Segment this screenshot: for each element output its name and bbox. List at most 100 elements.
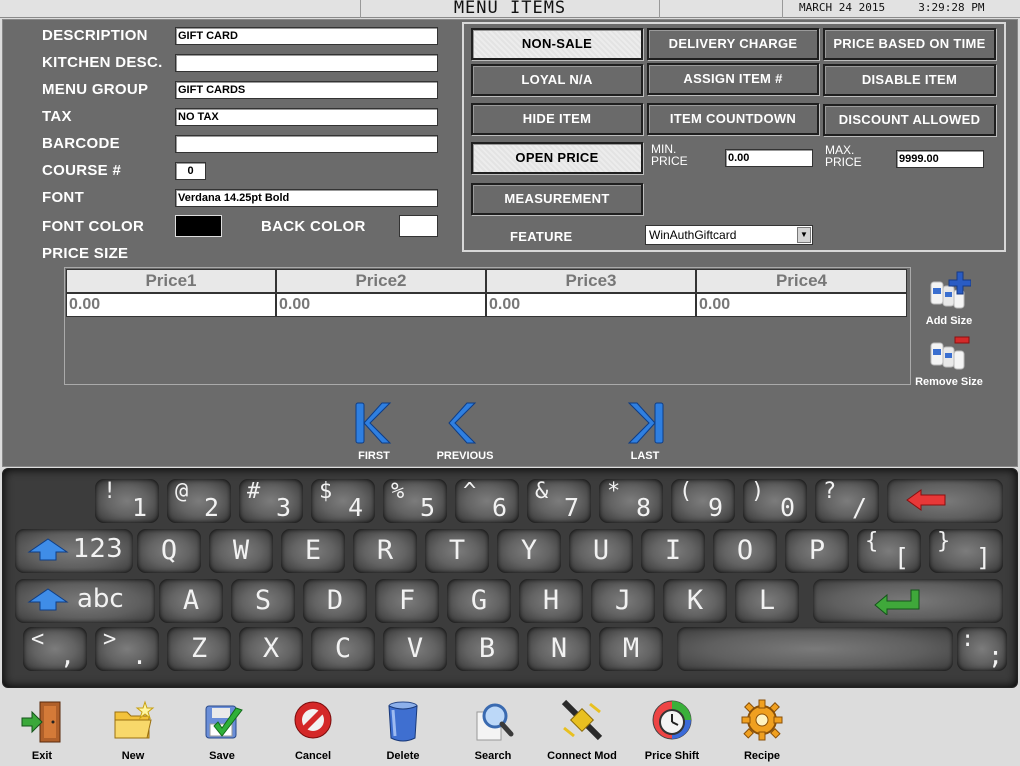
price4-cell[interactable]: 0.00	[696, 293, 907, 317]
max-price-field[interactable]: 9999.00	[896, 150, 984, 168]
cancel-label: Cancel	[294, 750, 332, 762]
key-8-base: 8	[635, 493, 651, 522]
key-t[interactable]: T	[425, 529, 489, 573]
key-q[interactable]: Q	[137, 529, 201, 573]
back-color-swatch[interactable]	[399, 215, 438, 237]
space-key[interactable]	[677, 627, 953, 671]
first-record-button[interactable]: FIRST	[339, 399, 409, 462]
non-sale-button[interactable]: NON-SALE	[471, 28, 643, 60]
price-size-label: PRICE SIZE	[42, 245, 129, 262]
key-g-label: G	[470, 585, 488, 616]
price3-cell[interactable]: 0.00	[486, 293, 696, 317]
key-w[interactable]: W	[209, 529, 273, 573]
course-field[interactable]: 0	[175, 162, 206, 180]
numeric-shift-key[interactable]: 123	[15, 529, 133, 573]
description-field[interactable]: GIFT CARD	[175, 27, 438, 45]
key-e[interactable]: E	[281, 529, 345, 573]
key-y-label: Y	[520, 535, 538, 566]
price-based-on-time-button[interactable]: PRICE BASED ON TIME	[823, 28, 996, 60]
font-color-swatch[interactable]	[175, 215, 222, 237]
key-8[interactable]: * 8	[599, 479, 663, 523]
key-l[interactable]: L	[735, 579, 799, 623]
key-d[interactable]: D	[303, 579, 367, 623]
add-size-button[interactable]: Add Size	[909, 270, 989, 327]
feature-dropdown[interactable]: WinAuthGiftcard ▼	[645, 225, 813, 245]
key-7[interactable]: & 7	[527, 479, 591, 523]
key-right-bracket[interactable]: }]	[929, 529, 1003, 573]
key-left-bracket[interactable]: {[	[857, 529, 921, 573]
price2-cell[interactable]: 0.00	[276, 293, 486, 317]
key-f[interactable]: F	[375, 579, 439, 623]
key-k-label: K	[686, 585, 704, 616]
key-4[interactable]: $4	[311, 479, 375, 523]
tax-field[interactable]: NO TAX	[175, 108, 438, 126]
menu-group-field[interactable]: GIFT CARDS	[175, 81, 438, 99]
key-i[interactable]: I	[641, 529, 705, 573]
last-label: LAST	[630, 450, 660, 462]
key-m[interactable]: M	[599, 627, 663, 671]
disable-item-button[interactable]: DISABLE ITEM	[823, 64, 996, 96]
loyal-na-button[interactable]: LOYAL N/A	[471, 64, 643, 96]
last-record-button[interactable]: LAST	[610, 399, 680, 462]
backspace-key[interactable]	[887, 479, 1003, 523]
remove-size-button[interactable]: Remove Size	[909, 333, 989, 388]
key-j[interactable]: J	[591, 579, 655, 623]
alpha-shift-label: abc	[77, 584, 124, 614]
key-n[interactable]: N	[527, 627, 591, 671]
key-slash[interactable]: ? /	[815, 479, 879, 523]
key-g[interactable]: G	[447, 579, 511, 623]
key-1[interactable]: ! 1	[95, 479, 159, 523]
key-comma[interactable]: <,	[23, 627, 87, 671]
item-countdown-button[interactable]: ITEM COUNTDOWN	[647, 103, 819, 135]
price2-header: Price2	[276, 269, 486, 293]
key-0[interactable]: ) 0	[743, 479, 807, 523]
key-x[interactable]: X	[239, 627, 303, 671]
open-price-button[interactable]: OPEN PRICE	[471, 142, 643, 174]
assign-item-button[interactable]: ASSIGN ITEM #	[647, 63, 819, 95]
delivery-charge-button[interactable]: DELIVERY CHARGE	[647, 28, 819, 60]
key-3-base: 3	[275, 493, 291, 522]
key-a[interactable]: A	[159, 579, 223, 623]
key-h[interactable]: H	[519, 579, 583, 623]
key-period[interactable]: >.	[95, 627, 159, 671]
price-shift-label: Price Shift	[644, 750, 700, 762]
save-check-icon	[205, 705, 243, 739]
key-v-label: V	[406, 633, 424, 664]
previous-record-button[interactable]: PREVIOUS	[430, 399, 500, 462]
key-p[interactable]: P	[785, 529, 849, 573]
key-y[interactable]: Y	[497, 529, 561, 573]
discount-allowed-button[interactable]: DISCOUNT ALLOWED	[823, 104, 996, 136]
barcode-field[interactable]	[175, 135, 438, 153]
price1-header: Price1	[66, 269, 276, 293]
key-z[interactable]: Z	[167, 627, 231, 671]
key-3[interactable]: #3	[239, 479, 303, 523]
min-price-field[interactable]: 0.00	[725, 149, 813, 167]
barcode-label: BARCODE	[42, 135, 120, 152]
key-c[interactable]: C	[311, 627, 375, 671]
remove-size-icon	[930, 336, 970, 370]
min-price-label: MIN. PRICE	[651, 143, 688, 167]
key-2[interactable]: @2	[167, 479, 231, 523]
dropdown-arrow-icon[interactable]: ▼	[797, 227, 811, 243]
hide-item-button[interactable]: HIDE ITEM	[471, 103, 643, 135]
key-d-label: D	[326, 585, 344, 616]
measurement-button[interactable]: MEASUREMENT	[471, 183, 643, 215]
key-o[interactable]: O	[713, 529, 777, 573]
key-r[interactable]: R	[353, 529, 417, 573]
key-6[interactable]: ^ 6	[455, 479, 519, 523]
key-k[interactable]: K	[663, 579, 727, 623]
key-s[interactable]: S	[231, 579, 295, 623]
alpha-shift-key[interactable]: abc	[15, 579, 155, 623]
key-b[interactable]: B	[455, 627, 519, 671]
description-label: DESCRIPTION	[42, 27, 148, 44]
enter-key[interactable]	[813, 579, 1003, 623]
key-v[interactable]: V	[383, 627, 447, 671]
key-semicolon[interactable]: :;	[957, 627, 1007, 671]
price1-cell[interactable]: 0.00	[66, 293, 276, 317]
key-0-base: 0	[779, 493, 795, 522]
key-u[interactable]: U	[569, 529, 633, 573]
key-5[interactable]: % 5	[383, 479, 447, 523]
kitchen-desc-field[interactable]	[175, 54, 438, 72]
font-field[interactable]: Verdana 14.25pt Bold	[175, 189, 438, 207]
key-9[interactable]: (9	[671, 479, 735, 523]
